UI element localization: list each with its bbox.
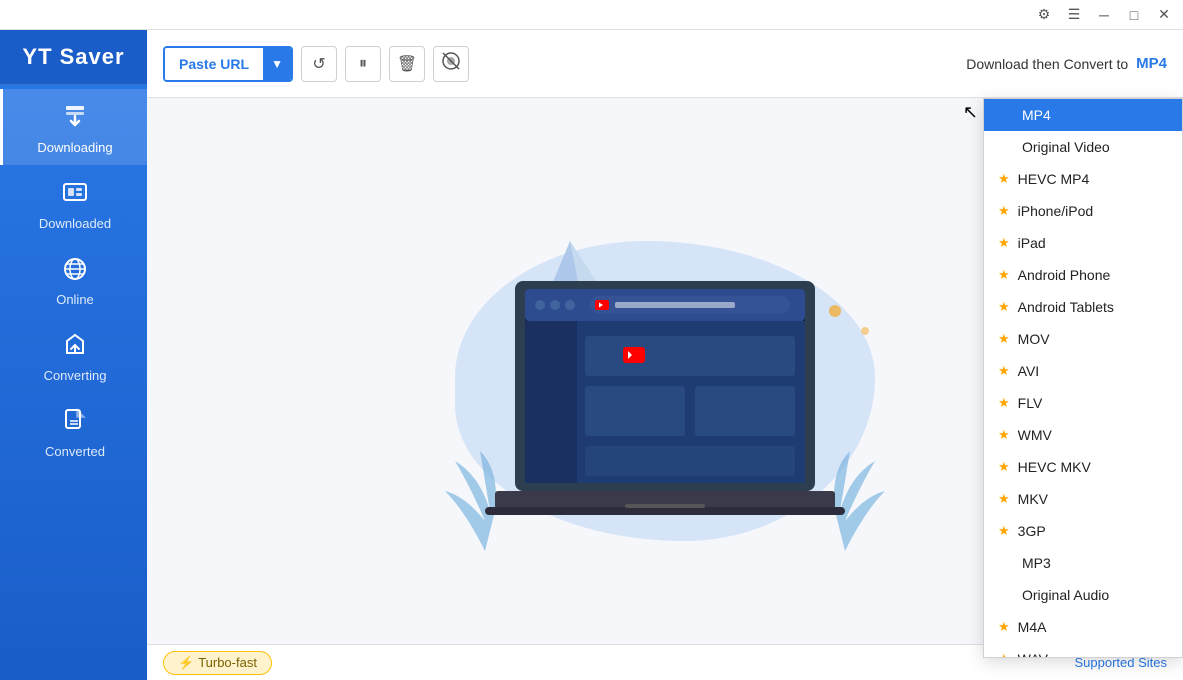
dropdown-item-label: Original Video — [1022, 139, 1110, 155]
star-icon: ★ — [998, 651, 1010, 658]
dropdown-item-original-video[interactable]: Original Video — [984, 131, 1182, 163]
menu-titlebar-button[interactable]: ☰ — [1059, 0, 1089, 30]
dropdown-item-label: MP3 — [1022, 555, 1051, 571]
minimize-button[interactable]: ─ — [1089, 0, 1119, 30]
laptop-svg — [475, 271, 855, 551]
dropdown-item-hevc-mkv[interactable]: ★ HEVC MKV — [984, 451, 1182, 483]
dropdown-item-flv[interactable]: ★ FLV — [984, 387, 1182, 419]
dropdown-item-android-phone[interactable]: ★ Android Phone — [984, 259, 1182, 291]
converted-icon — [61, 407, 89, 440]
dropdown-item-label: iPad — [1018, 235, 1046, 251]
dropdown-item-wav[interactable]: ★ WAV — [984, 643, 1182, 658]
app-container: YT Saver Downloading — [0, 30, 1183, 680]
dropdown-item-mp4[interactable]: MP4 — [984, 99, 1182, 131]
online-icon — [61, 255, 89, 288]
sidebar-label-converting: Converting — [44, 368, 107, 383]
sidebar-nav: Downloading Downloaded — [0, 85, 147, 469]
delete-button[interactable]: 🗑 — [389, 46, 425, 82]
dropdown-item-m4a[interactable]: ★ M4A — [984, 611, 1182, 643]
dropdown-item-original-audio[interactable]: Original Audio — [984, 579, 1182, 611]
star-icon: ★ — [998, 171, 1010, 187]
converting-icon — [61, 331, 89, 364]
dropdown-item-label: M4A — [1018, 619, 1047, 635]
titlebar: ⚙ ☰ ─ □ ✕ — [0, 0, 1183, 30]
sidebar-item-downloaded[interactable]: Downloaded — [0, 165, 147, 241]
dropdown-item-label: WAV — [1018, 651, 1048, 658]
dropdown-item-hevc-mp4[interactable]: ★ HEVC MP4 — [984, 163, 1182, 195]
dropdown-item-mkv[interactable]: ★ MKV — [984, 483, 1182, 515]
dropdown-item-label: MKV — [1018, 491, 1048, 507]
star-icon: ★ — [998, 523, 1010, 539]
dropdown-item-avi[interactable]: ★ AVI — [984, 355, 1182, 387]
download-icon — [61, 103, 89, 136]
paste-url-button[interactable]: Paste URL ▼ — [163, 46, 293, 82]
paste-url-label: Paste URL — [165, 48, 263, 80]
sidebar-label-online: Online — [56, 292, 94, 307]
turbo-icon: ⚡ — [178, 655, 194, 671]
mask-icon — [441, 51, 461, 76]
star-icon: ★ — [998, 299, 1010, 315]
pause-button[interactable]: ⏸ — [345, 46, 381, 82]
dropdown-item-label: FLV — [1018, 395, 1043, 411]
dropdown-item-3gp[interactable]: ★ 3GP — [984, 515, 1182, 547]
download-convert-label: Download then Convert to — [966, 56, 1128, 72]
dropdown-item-iphone-ipod[interactable]: ★ iPhone/iPod — [984, 195, 1182, 227]
dropdown-item-label: MP4 — [1022, 107, 1051, 123]
star-icon: ★ — [998, 427, 1010, 443]
downloaded-icon — [61, 179, 89, 212]
star-icon: ★ — [998, 491, 1010, 507]
dropdown-item-label: AVI — [1018, 363, 1040, 379]
turbo-label: Turbo-fast — [198, 655, 257, 670]
mask-button[interactable] — [433, 46, 469, 82]
dropdown-item-wmv[interactable]: ★ WMV — [984, 419, 1182, 451]
pause-icon: ⏸ — [359, 55, 367, 73]
dropdown-item-label: Android Phone — [1018, 267, 1111, 283]
dropdown-item-mp3[interactable]: MP3 — [984, 547, 1182, 579]
dropdown-item-label: 3GP — [1018, 523, 1046, 539]
sidebar-item-converting[interactable]: Converting — [0, 317, 147, 393]
maximize-button[interactable]: □ — [1119, 0, 1149, 30]
dropdown-item-label: Android Tablets — [1018, 299, 1114, 315]
sidebar-item-online[interactable]: Online — [0, 241, 147, 317]
refresh-button[interactable]: ↺ — [301, 46, 337, 82]
star-icon: ★ — [998, 331, 1010, 347]
format-dropdown[interactable]: MP4 Original Video ★ HEVC MP4 ★ iPhone/iPod ★ i… — [983, 98, 1183, 658]
illustration — [415, 161, 915, 581]
star-icon: ★ — [998, 235, 1010, 251]
dropdown-item-label: MOV — [1018, 331, 1050, 347]
star-icon: ★ — [998, 363, 1010, 379]
sidebar-label-downloaded: Downloaded — [39, 216, 111, 231]
dropdown-item-label: WMV — [1018, 427, 1052, 443]
toolbar: Paste URL ▼ ↺ ⏸ 🗑 — [147, 30, 1183, 98]
refresh-icon: ↺ — [312, 54, 325, 74]
sidebar: YT Saver Downloading — [0, 30, 147, 680]
dropdown-item-label: HEVC MKV — [1018, 459, 1091, 475]
sidebar-item-downloading[interactable]: Downloading — [0, 89, 147, 165]
sidebar-label-downloading: Downloading — [37, 140, 112, 155]
format-selector-link[interactable]: MP4 — [1136, 55, 1167, 72]
settings-titlebar-button[interactable]: ⚙ — [1029, 0, 1059, 30]
dropdown-item-android-tablets[interactable]: ★ Android Tablets — [984, 291, 1182, 323]
dropdown-item-label: HEVC MP4 — [1018, 171, 1090, 187]
dropdown-item-label: Original Audio — [1022, 587, 1109, 603]
main-content: Paste URL ▼ ↺ ⏸ 🗑 — [147, 30, 1183, 680]
paste-url-dropdown-arrow[interactable]: ▼ — [263, 48, 291, 80]
delete-icon: 🗑 — [397, 54, 417, 74]
dropdown-item-ipad[interactable]: ★ iPad — [984, 227, 1182, 259]
app-logo: YT Saver — [0, 30, 147, 85]
star-icon: ★ — [998, 267, 1010, 283]
dropdown-item-label: iPhone/iPod — [1018, 203, 1094, 219]
dropdown-item-mov[interactable]: ★ MOV — [984, 323, 1182, 355]
star-icon: ★ — [998, 619, 1010, 635]
turbo-badge: ⚡ Turbo-fast — [163, 651, 272, 675]
toolbar-right: Download then Convert to MP4 — [966, 55, 1167, 72]
star-icon: ★ — [998, 395, 1010, 411]
sidebar-label-converted: Converted — [45, 444, 105, 459]
sidebar-item-converted[interactable]: Converted — [0, 393, 147, 469]
close-button[interactable]: ✕ — [1149, 0, 1179, 30]
star-icon: ★ — [998, 203, 1010, 219]
star-icon: ★ — [998, 459, 1010, 475]
